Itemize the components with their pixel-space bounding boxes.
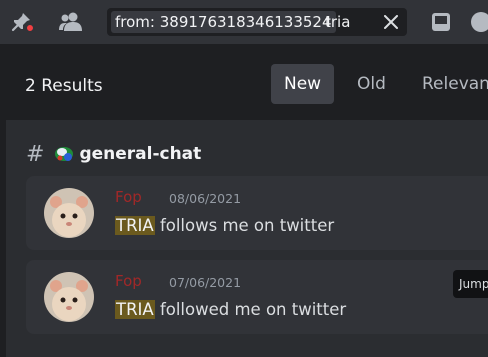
search-box[interactable]: from: 389176318346133524 tria: [107, 8, 407, 36]
sort-tab-relevant[interactable]: Relevant: [409, 64, 488, 104]
search-filter-chip[interactable]: from: 389176318346133524: [111, 11, 336, 33]
results-count: 2 Results: [25, 76, 103, 96]
avatar[interactable]: [44, 188, 94, 238]
help-icon[interactable]: [468, 9, 488, 35]
message-author[interactable]: Fop: [115, 272, 142, 290]
sort-tab-new[interactable]: New: [271, 64, 335, 104]
search-query[interactable]: tria: [325, 11, 350, 33]
search-result[interactable]: Fop 08/06/2021 TRIA follows me on twitte…: [26, 176, 488, 250]
search-highlight: TRIA: [115, 300, 155, 319]
channel-heading[interactable]: # general-chat: [26, 141, 202, 167]
sort-tab-old[interactable]: Old: [344, 64, 399, 104]
jump-tooltip[interactable]: Jump: [453, 270, 488, 298]
notification-dot: [25, 23, 35, 33]
message-timestamp: 08/06/2021: [169, 191, 242, 206]
search-result[interactable]: Fop 07/06/2021 TRIA followed me on twitt…: [26, 260, 488, 334]
message-text: followed me on twitter: [154, 300, 347, 319]
top-toolbar: from: 389176318346133524 tria: [0, 0, 488, 44]
message-text: follows me on twitter: [154, 216, 335, 235]
member-list-icon[interactable]: [58, 9, 84, 35]
pinned-messages-icon[interactable]: [8, 9, 35, 35]
results-list: # general-chat Fop 08/06/2021 TRIA follo…: [0, 120, 488, 357]
channel-name: general-chat: [79, 144, 202, 164]
message-timestamp: 07/06/2021: [169, 275, 242, 290]
search-highlight: TRIA: [115, 216, 155, 235]
results-header: 2 Results New Old Relevant: [0, 52, 488, 120]
avatar[interactable]: [44, 272, 94, 322]
clear-search-icon[interactable]: [381, 12, 401, 32]
channel-emoji-icon: [55, 147, 74, 161]
inbox-icon[interactable]: [428, 9, 454, 35]
message-author[interactable]: Fop: [115, 188, 142, 206]
message-content: TRIA followed me on twitter: [115, 300, 346, 319]
panel-edge: [0, 120, 6, 357]
channel-hash-icon: #: [26, 141, 45, 167]
header-divider: [0, 44, 488, 52]
message-content: TRIA follows me on twitter: [115, 216, 334, 235]
